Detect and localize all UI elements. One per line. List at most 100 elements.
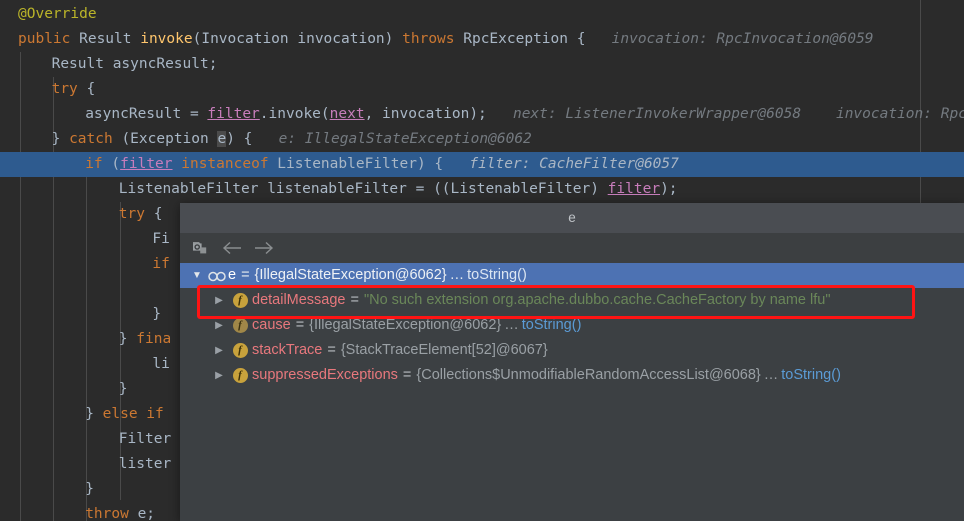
code-token: instanceof [172, 156, 278, 172]
value-ellipsis: … [504, 317, 519, 333]
code-token: ListenableFilter listenableFilter = ((Li… [118, 181, 608, 197]
collapsed-triangle-icon[interactable]: ▶ [210, 338, 228, 363]
popup-title-bar: e [180, 203, 964, 233]
variable-value: "No such extension org.apache.dubbo.cach… [363, 292, 831, 308]
code-token: Result asyncResult; [51, 56, 218, 72]
code-line[interactable]: Result asyncResult; [0, 52, 964, 77]
code-token: ( [111, 156, 121, 172]
code-line[interactable]: ListenableFilter listenableFilter = ((Li… [0, 177, 964, 202]
code-line[interactable]: if (filter instanceof ListenableFilter) … [0, 152, 964, 177]
code-token: @Override [18, 6, 97, 22]
code-line[interactable]: public Result invoke(Invocation invocati… [0, 27, 964, 52]
popup-title-text: e [568, 210, 576, 225]
code-token: } [51, 131, 70, 147]
tostring-link[interactable]: toString() [467, 263, 527, 288]
code-token: e [217, 131, 227, 147]
code-line[interactable]: asyncResult = filter.invoke(next, invoca… [0, 102, 964, 127]
variable-name: suppressedExceptions [252, 367, 398, 383]
code-token: li [152, 356, 170, 372]
code-token: RpcException { [463, 31, 586, 47]
code-token: fina [136, 331, 172, 347]
inline-debug-hint: invocation: RpcInvocation@6059 [585, 31, 874, 47]
tostring-link[interactable]: toString() [781, 363, 841, 388]
variable-row[interactable]: ▶ f cause = {IllegalStateException@6062}… toS… [180, 313, 964, 338]
code-token: Result [79, 31, 141, 47]
code-token: invoke [140, 31, 193, 47]
equals-sign: = [241, 267, 250, 283]
code-token: else if [102, 406, 164, 422]
inline-debug-hint: e: IllegalStateException@6062 [252, 131, 532, 147]
equals-sign: = [295, 317, 305, 333]
field-icon: f [228, 318, 252, 333]
variable-value: {Collections$UnmodifiableRandomAccessLis… [416, 367, 761, 383]
eye-icon [206, 270, 228, 282]
field-icon: f [228, 343, 252, 358]
code-token: , invocation); [364, 106, 487, 122]
code-line[interactable]: } catch (Exception e) { e: IllegalStateE… [0, 127, 964, 152]
variable-inspect-popup[interactable]: e ▼ e = {IllegalStateException@6062} … t… [180, 203, 964, 521]
collapsed-triangle-icon[interactable]: ▶ [210, 363, 228, 388]
variable-row[interactable]: ▼ e = {IllegalStateException@6062}… toString… [180, 263, 964, 288]
code-token: asyncResult = [85, 106, 208, 122]
expanded-triangle-icon[interactable]: ▼ [188, 263, 206, 288]
code-token: ListenableFilter) { [277, 156, 444, 172]
code-token: } [152, 306, 162, 322]
code-token: if [85, 156, 112, 172]
variable-value: {IllegalStateException@6062} [309, 317, 502, 333]
code-token: } [85, 481, 94, 497]
code-token: } [118, 331, 137, 347]
code-token: try [118, 206, 154, 222]
variable-tree[interactable]: ▼ e = {IllegalStateException@6062}… toString… [180, 263, 964, 388]
code-token: { [153, 206, 163, 222]
code-token: filter [120, 156, 173, 172]
variable-name: cause [252, 317, 291, 333]
inspect-object-icon[interactable] [186, 235, 214, 261]
code-token: .invoke( [259, 106, 330, 122]
variable-name: detailMessage [252, 292, 346, 308]
tostring-link[interactable]: toString() [522, 313, 582, 338]
inline-debug-hint: next: ListenerInvokerWrapper@6058 invoca… [512, 106, 964, 122]
code-token: e; [137, 506, 156, 521]
code-token: (Invocation invocation) [192, 31, 403, 47]
code-token: catch [69, 131, 122, 147]
value-ellipsis: … [449, 267, 465, 283]
code-token: throw [85, 506, 138, 521]
code-token: { [86, 81, 96, 97]
variable-name: stackTrace [252, 342, 323, 358]
code-token: Fi [152, 231, 170, 247]
code-token: if [152, 256, 170, 272]
code-token: ) { [226, 131, 253, 147]
code-token: throws [402, 31, 464, 47]
equals-sign: = [327, 342, 336, 358]
collapsed-triangle-icon[interactable]: ▶ [210, 288, 228, 313]
equals-sign: = [350, 292, 359, 308]
variable-value: {IllegalStateException@6062} [254, 267, 447, 283]
inline-debug-hint: filter: CacheFilter@6057 [443, 156, 679, 172]
value-ellipsis: … [763, 367, 779, 383]
popup-toolbar[interactable] [180, 233, 964, 263]
ide-debugger-screen: @Override public Result invoke(Invocation… [0, 0, 964, 521]
code-token: filter [207, 106, 260, 122]
variable-row[interactable]: ▶ f stackTrace = {StackTraceElement[52]@6067… [180, 338, 964, 363]
variable-name: e [228, 267, 237, 283]
code-token: public [18, 31, 80, 47]
code-line[interactable]: try { [0, 77, 964, 102]
field-icon: f [228, 293, 252, 308]
code-token: next [329, 106, 365, 122]
back-arrow-icon[interactable] [218, 235, 246, 261]
code-token: } [85, 406, 103, 422]
variable-value: {StackTraceElement[52]@6067} [340, 342, 548, 358]
variable-row[interactable]: ▶ f detailMessage = "No such extension org.a… [180, 288, 964, 313]
forward-arrow-icon[interactable] [250, 235, 278, 261]
code-token: lister [118, 456, 172, 472]
variable-row[interactable]: ▶ f suppressedExceptions = {Collections$Unmo… [180, 363, 964, 388]
code-token: filter [607, 181, 661, 197]
field-icon: f [228, 368, 252, 383]
code-token: try [51, 81, 87, 97]
collapsed-triangle-icon[interactable]: ▶ [210, 313, 228, 338]
code-line[interactable]: @Override [0, 2, 964, 27]
equals-sign: = [402, 367, 412, 383]
code-token: Filter [118, 431, 172, 447]
code-token: } [118, 381, 128, 397]
code-token: (Exception [121, 131, 218, 147]
